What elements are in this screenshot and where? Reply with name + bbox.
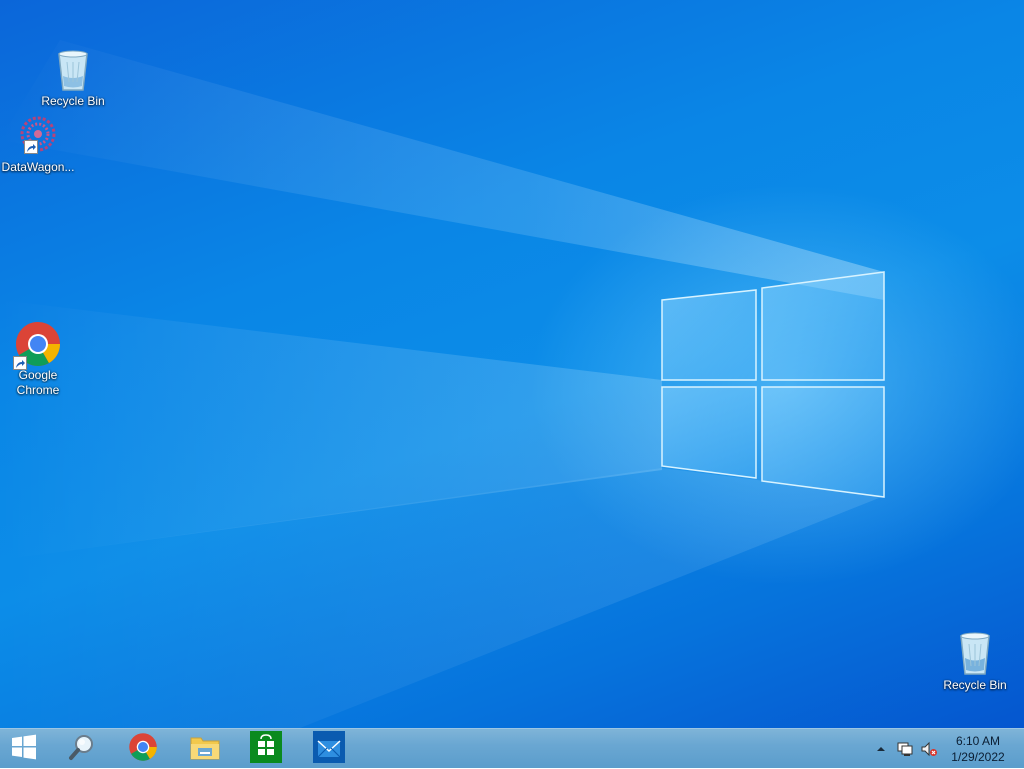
clock-date: 1/29/2022 <box>951 750 1005 764</box>
desktop-icon-label: DataWagon... <box>1 160 75 174</box>
network-icon[interactable] <box>896 740 914 758</box>
windows-logo-wallpaper <box>661 271 885 498</box>
search-button[interactable] <box>54 729 110 769</box>
desktop-icon-datawagon[interactable]: DataWagon... <box>0 112 76 175</box>
chrome-icon <box>128 732 158 767</box>
taskbar: 6:10 AM 1/29/2022 <box>0 728 1024 768</box>
shortcut-arrow-icon <box>24 140 38 154</box>
shortcut-arrow-icon <box>13 356 27 370</box>
desktop-icon-recycle-bin-2[interactable]: Recycle Bin <box>937 630 1013 693</box>
desktop[interactable]: Recycle Bin DataWagon... Google Chrome R… <box>0 0 1024 728</box>
start-button[interactable] <box>0 729 48 769</box>
desktop-icon-label: Recycle Bin <box>943 678 1007 692</box>
desktop-icon-label-line1: Google <box>18 368 58 382</box>
clock-time: 6:10 AM <box>955 734 1001 748</box>
store-icon <box>250 730 282 768</box>
taskbar-chrome-button[interactable] <box>115 729 171 769</box>
recycle-bin-icon <box>49 46 97 94</box>
desktop-icon-label: Recycle Bin <box>41 94 105 108</box>
desktop-icon-recycle-bin[interactable]: Recycle Bin <box>35 46 111 109</box>
tray-clock[interactable]: 6:10 AM 1/29/2022 <box>946 733 1010 765</box>
datawagon-icon <box>14 112 62 160</box>
recycle-bin-icon <box>951 630 999 678</box>
taskbar-store-button[interactable] <box>238 729 294 769</box>
chrome-icon <box>13 320 62 370</box>
desktop-icon-google-chrome[interactable]: Google Chrome <box>0 320 76 398</box>
taskbar-mail-button[interactable] <box>301 729 357 769</box>
folder-icon <box>189 732 221 767</box>
mail-icon <box>313 730 345 768</box>
show-hidden-icons-chevron-icon[interactable] <box>874 742 888 760</box>
windows-start-icon <box>10 733 38 766</box>
desktop-icon-label-line2: Chrome <box>16 383 60 397</box>
volume-muted-icon[interactable] <box>920 740 938 758</box>
taskbar-file-explorer-button[interactable] <box>177 729 233 769</box>
search-icon <box>67 732 97 767</box>
